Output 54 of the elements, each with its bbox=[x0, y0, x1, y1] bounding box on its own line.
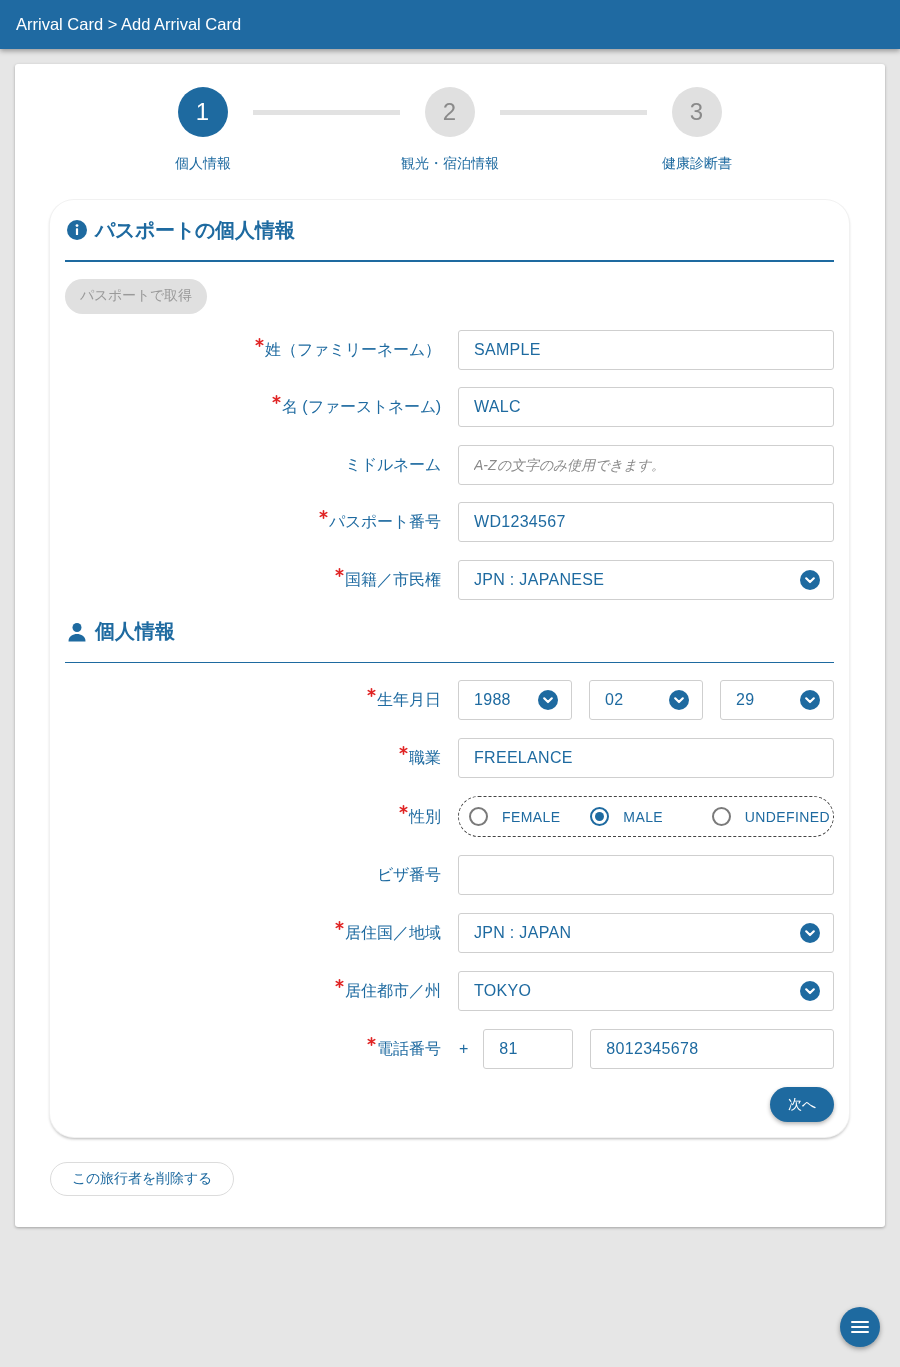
dropdown-field[interactable]: TOKYO bbox=[458, 971, 834, 1011]
menu-icon bbox=[851, 1320, 869, 1334]
radio-button[interactable] bbox=[469, 807, 488, 826]
step-circle: 3 bbox=[671, 87, 722, 137]
menu-button[interactable] bbox=[840, 1307, 880, 1347]
dropdown-field[interactable]: 02 bbox=[589, 680, 703, 720]
input-field[interactable]: FREELANCE bbox=[458, 738, 834, 778]
field-label: ミドルネーム bbox=[345, 454, 441, 475]
input-field[interactable]: SAMPLE bbox=[458, 329, 834, 370]
step-label: 観光・宿泊情報 bbox=[400, 154, 499, 173]
next-button[interactable]: 次へ bbox=[770, 1087, 834, 1122]
field-label: 居住国／地域 bbox=[345, 923, 441, 943]
chevron-down-icon bbox=[800, 981, 820, 1001]
field-label: 姓（ファミリーネーム） bbox=[265, 339, 441, 360]
step-circle: 1 bbox=[177, 87, 228, 137]
radio-button[interactable] bbox=[711, 807, 731, 826]
input-field[interactable]: WD1234567 bbox=[458, 502, 834, 542]
step-label: 個人情報 bbox=[174, 154, 231, 173]
field-label: 電話番号 bbox=[377, 1039, 441, 1059]
dropdown-field[interactable]: JPN : JAPAN bbox=[458, 913, 834, 953]
radio-button[interactable] bbox=[590, 807, 610, 826]
info-icon bbox=[67, 220, 87, 240]
radio-label[interactable]: UNDEFINED bbox=[744, 808, 830, 825]
input-field[interactable]: 8012345678 bbox=[590, 1029, 834, 1069]
field-label: パスポート番号 bbox=[329, 512, 441, 532]
input-field[interactable]: A-Zの文字のみ使用できます。 bbox=[458, 444, 834, 485]
chevron-down-icon bbox=[800, 923, 820, 943]
section-title: 個人情報 bbox=[95, 619, 175, 644]
radio-label[interactable]: MALE bbox=[623, 808, 664, 825]
phone-prefix: + bbox=[459, 1040, 469, 1058]
person-icon bbox=[67, 621, 87, 642]
chevron-down-icon bbox=[669, 690, 689, 710]
input-field[interactable]: WALC bbox=[458, 387, 834, 427]
field-label: 名 (ファーストネーム) bbox=[281, 397, 441, 417]
field-label: 国籍／市民権 bbox=[345, 569, 441, 590]
field-label: 職業 bbox=[409, 748, 441, 768]
field-label: 性別 bbox=[409, 806, 441, 827]
radio-label[interactable]: FEMALE bbox=[502, 808, 561, 825]
step-label: 健康診断書 bbox=[661, 154, 732, 173]
dropdown-field[interactable]: JPN : JAPANESE bbox=[458, 559, 834, 600]
field-label: 生年月日 bbox=[377, 690, 441, 710]
chevron-down-icon bbox=[800, 690, 820, 710]
input-field[interactable] bbox=[458, 855, 834, 895]
dropdown-field[interactable]: 1988 bbox=[458, 680, 572, 720]
delete-traveler-button[interactable]: この旅行者を削除する bbox=[50, 1162, 234, 1196]
input-field[interactable]: 81 bbox=[483, 1029, 574, 1069]
step-circle: 2 bbox=[424, 87, 475, 137]
chevron-down-icon bbox=[538, 690, 558, 710]
chevron-down-icon bbox=[800, 569, 820, 590]
dropdown-field[interactable]: 29 bbox=[720, 680, 834, 720]
field-label: 居住都市／州 bbox=[345, 981, 441, 1001]
field-label: ビザ番号 bbox=[377, 865, 441, 885]
section-title: パスポートの個人情報 bbox=[95, 217, 295, 243]
breadcrumb: Arrival Card > Add Arrival Card bbox=[16, 15, 242, 34]
